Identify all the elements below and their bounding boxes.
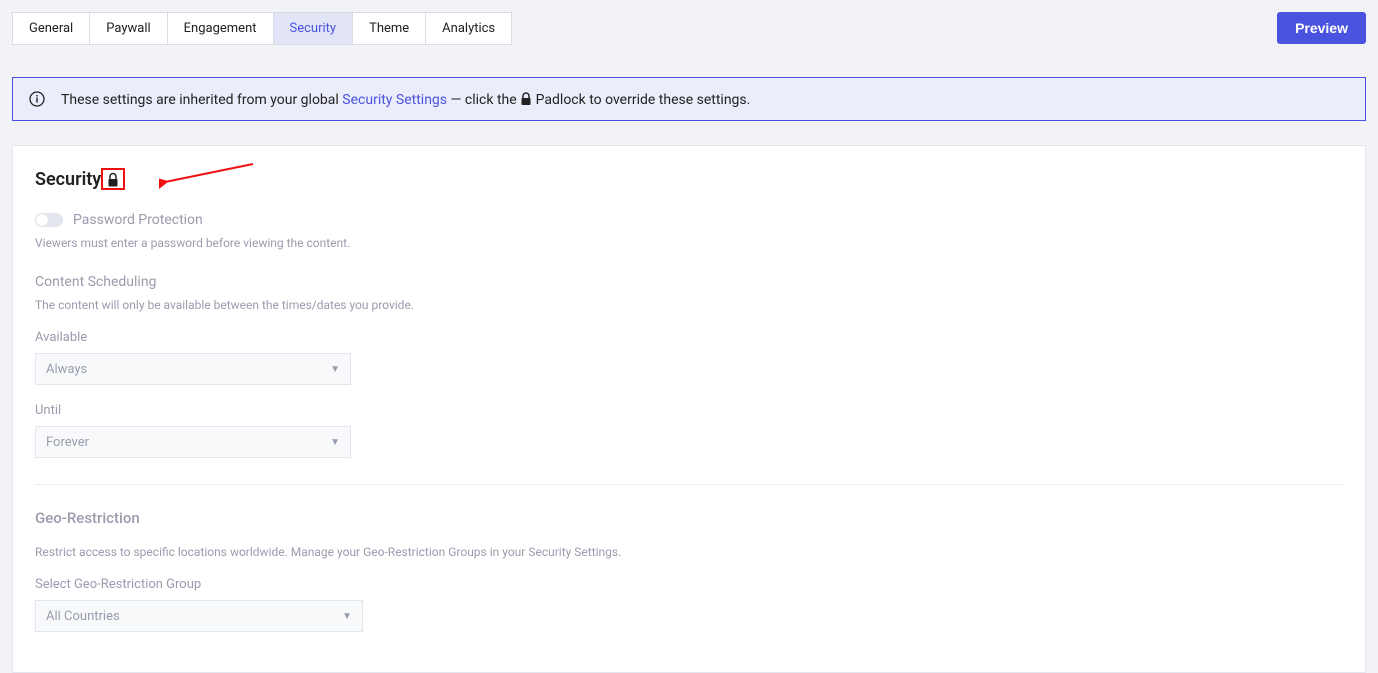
tab-engagement[interactable]: Engagement [168, 13, 274, 44]
banner-mid: — click the [451, 92, 517, 108]
geo-group-select[interactable]: All Countries ▼ [35, 600, 363, 632]
banner-pre: These settings are inherited from your g… [61, 92, 339, 108]
preview-button[interactable]: Preview [1277, 12, 1366, 44]
toggle-knob [36, 214, 48, 226]
content-scheduling-title: Content Scheduling [35, 274, 1343, 290]
chevron-down-icon: ▼ [330, 437, 340, 448]
security-card: Security Password Protection Viewers mus… [12, 145, 1366, 673]
available-select[interactable]: Always ▼ [35, 353, 351, 385]
section-title: Security [35, 169, 101, 190]
divider [35, 484, 1343, 485]
chevron-down-icon: ▼ [342, 611, 352, 622]
geo-restriction-helper: Restrict access to specific locations wo… [35, 545, 1343, 559]
banner-post: Padlock to override these settings. [536, 92, 751, 108]
until-value: Forever [46, 435, 89, 450]
available-label: Available [35, 330, 1343, 345]
available-value: Always [46, 362, 87, 377]
tab-bar: General Paywall Engagement Security Them… [12, 12, 512, 45]
tab-theme[interactable]: Theme [353, 13, 426, 44]
geo-restriction-title: Geo-Restriction [35, 509, 1343, 527]
lock-icon [520, 92, 532, 106]
tab-analytics[interactable]: Analytics [426, 13, 511, 44]
security-settings-link[interactable]: Security Settings [342, 92, 447, 108]
content-scheduling-helper: The content will only be available betwe… [35, 298, 1343, 312]
info-banner: These settings are inherited from your g… [12, 77, 1366, 121]
until-label: Until [35, 403, 1343, 418]
annotation-arrow [159, 160, 259, 190]
password-protection-toggle[interactable] [35, 213, 63, 227]
geo-group-value: All Countries [46, 609, 120, 624]
chevron-down-icon: ▼ [330, 364, 340, 375]
info-icon [29, 91, 45, 107]
lock-icon [107, 172, 119, 188]
geo-select-label: Select Geo-Restriction Group [35, 577, 1343, 592]
banner-text: These settings are inherited from your g… [61, 90, 750, 108]
until-select[interactable]: Forever ▼ [35, 426, 351, 458]
tab-paywall[interactable]: Paywall [90, 13, 167, 44]
tab-general[interactable]: General [13, 13, 90, 44]
password-protection-label: Password Protection [73, 212, 203, 228]
password-protection-helper: Viewers must enter a password before vie… [35, 236, 1343, 250]
tab-security[interactable]: Security [274, 13, 354, 44]
lock-override-button[interactable] [101, 168, 125, 190]
